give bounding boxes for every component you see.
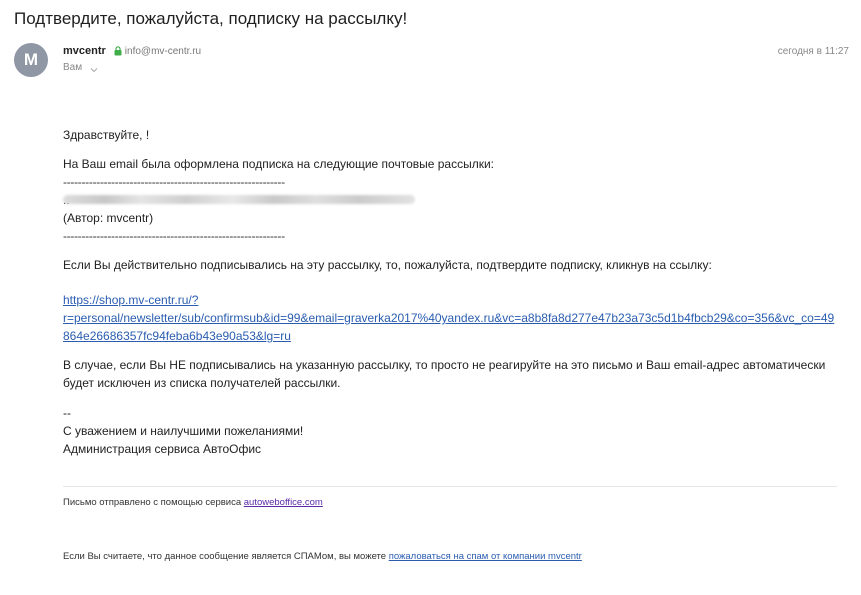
- blurred-content: [63, 195, 415, 204]
- divider-bottom: ----------------------------------------…: [63, 229, 285, 243]
- recipient-line[interactable]: Вам: [63, 62, 98, 73]
- signature: -- С уважением и наилучшими пожеланиями!…: [63, 404, 853, 458]
- spam-footer: Если Вы считаете, что данное сообщение я…: [63, 551, 582, 562]
- footer-divider: [63, 486, 837, 487]
- subscription-block: На Ваш email была оформлена подписка на …: [63, 155, 853, 245]
- author-text: (Автор: mvcentr): [63, 211, 154, 225]
- email-date: сегодня в 11:27: [777, 46, 849, 57]
- signature-dash: --: [63, 406, 71, 420]
- intro-text: На Ваш email была оформлена подписка на …: [63, 157, 495, 171]
- confirm-link-block: https://shop.mv-centr.ru/? r=personal/ne…: [63, 291, 853, 345]
- warning-text: В случае, если Вы НЕ подписывались на ук…: [63, 356, 853, 392]
- sent-via-footer: Письмо отправлено с помощью сервиса auto…: [63, 497, 323, 508]
- sender-name[interactable]: mvcentr: [63, 45, 106, 57]
- confirm-link-line-2[interactable]: r=personal/newsletter/sub/confirmsub&id=…: [63, 309, 853, 327]
- confirm-link-line-3[interactable]: 864e26686357fc94feba6b43e90a53&lg=ru: [63, 327, 853, 345]
- report-spam-link[interactable]: пожаловаться на спам от компании mvcentr: [389, 551, 582, 562]
- confirm-subscription-link[interactable]: https://shop.mv-centr.ru/? r=personal/ne…: [63, 291, 853, 345]
- warning-line-2: будет исключен из списка получателей рас…: [63, 376, 341, 390]
- avatar[interactable]: M: [14, 43, 48, 77]
- autoweboffice-link[interactable]: autoweboffice.com: [244, 497, 323, 508]
- recipient-label: Вам: [63, 62, 83, 73]
- sender-line: mvcentr info@mv-centr.ru: [63, 45, 201, 57]
- lock-icon: [114, 46, 122, 56]
- divider-top: ----------------------------------------…: [63, 175, 285, 189]
- redacted-newsletter-name: ..: [63, 191, 853, 209]
- confirm-link-line-1[interactable]: https://shop.mv-centr.ru/?: [63, 291, 853, 309]
- sender-email[interactable]: info@mv-centr.ru: [125, 46, 201, 57]
- chevron-down-icon[interactable]: [90, 65, 98, 72]
- email-body: Здравствуйте, ! На Ваш email была оформл…: [63, 126, 853, 469]
- signature-admin: Администрация сервиса АвтоОфис: [63, 442, 262, 456]
- signature-regards: С уважением и наилучшими пожеланиями!: [63, 424, 304, 438]
- warning-line-1: В случае, если Вы НЕ подписывались на ук…: [63, 358, 826, 372]
- sent-via-text: Письмо отправлено с помощью сервиса: [63, 497, 244, 508]
- instruction-text: Если Вы действительно подписывались на э…: [63, 258, 712, 272]
- email-subject: Подтвердите, пожалуйста, подписку на рас…: [14, 9, 408, 28]
- spam-text: Если Вы считаете, что данное сообщение я…: [63, 551, 389, 562]
- greeting: Здравствуйте, !: [63, 128, 150, 142]
